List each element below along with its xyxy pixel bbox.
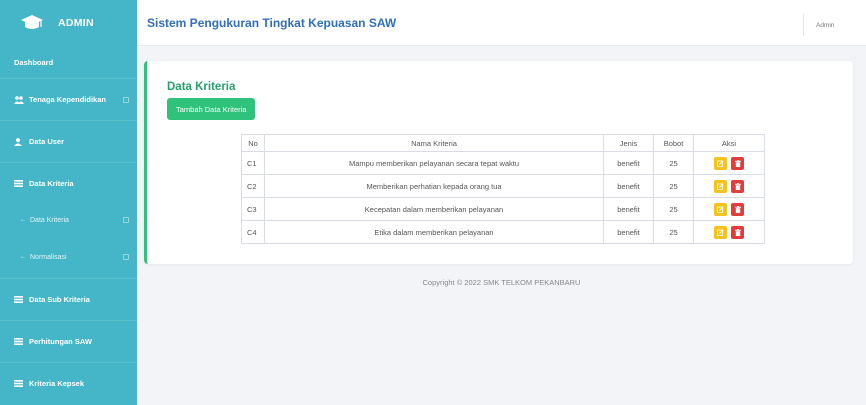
cell-jenis: benefit — [603, 151, 654, 175]
column-header-bobot: Bobot — [653, 134, 694, 152]
sidebar-item-label: Perhitungan SAW — [29, 337, 92, 346]
divider — [803, 14, 804, 36]
trash-icon — [734, 182, 741, 190]
cell-no: C2 — [241, 174, 265, 198]
column-header-jenis: Jenis — [603, 134, 654, 152]
add-kriteria-button[interactable]: Tambah Data Kriteria — [167, 98, 256, 120]
table-row: C2 Memberikan perhatian kepada orang tua… — [241, 174, 765, 198]
list-icon — [14, 296, 26, 303]
sidebar-item-label: Dashboard — [14, 57, 54, 67]
sidebar: ADMIN Dashboard Tenaga Kependidikan Data… — [0, 0, 137, 405]
cell-bobot: 25 — [653, 174, 694, 198]
column-header-aksi: Aksi — [693, 134, 765, 152]
footer-copyright: Copyright © 2022 SMK TELKOM PEKANBARU — [422, 278, 581, 287]
users-icon — [14, 95, 26, 104]
sidebar-item-dashboard[interactable]: Dashboard — [0, 46, 137, 78]
column-header-nama: Nama Kriteria — [264, 134, 604, 152]
edit-icon — [717, 228, 724, 236]
sidebar-item-perhitungan-saw[interactable]: Perhitungan SAW — [0, 320, 137, 362]
sidebar-item-data-sub-kriteria[interactable]: Data Sub Kriteria — [0, 278, 137, 320]
trash-icon — [734, 159, 741, 167]
cell-aksi — [693, 220, 765, 244]
kriteria-card: Data Kriteria Tambah Data Kriteria No Na… — [144, 61, 853, 264]
cell-nama: Mampu memberikan pelayanan secara tepat … — [264, 151, 604, 175]
table-row: C4 Etika dalam memberikan pelayanan bene… — [241, 220, 765, 244]
column-header-no: No — [241, 134, 265, 152]
user-icon — [14, 137, 26, 146]
edit-button[interactable] — [713, 156, 727, 170]
sidebar-item-kriteria-kepsek[interactable]: Kriteria Kepsek — [0, 362, 137, 404]
edit-button[interactable] — [713, 179, 727, 193]
cell-jenis: benefit — [603, 174, 654, 198]
brand-title: ADMIN — [58, 17, 94, 29]
delete-button[interactable] — [731, 156, 745, 170]
cell-aksi — [693, 174, 765, 198]
user-menu[interactable]: Admin — [816, 22, 834, 29]
sidebar-subitem-normalisasi[interactable]: ← Normalisasi — [0, 236, 137, 278]
sidebar-item-data-user[interactable]: Data User — [0, 120, 137, 162]
sidebar-item-tenaga-kependidikan[interactable]: Tenaga Kependidikan — [0, 78, 137, 120]
cell-no: C1 — [241, 151, 265, 175]
arrow-icon: ← — [20, 254, 26, 260]
cell-bobot: 25 — [653, 220, 694, 244]
arrow-icon: ← — [20, 217, 26, 223]
brand[interactable]: ADMIN — [0, 0, 137, 46]
sidebar-item-label: Data User — [29, 137, 65, 146]
sidebar-item-label: Data Kriteria — [30, 216, 69, 224]
cell-bobot: 25 — [653, 151, 694, 175]
sidebar-item-label: Data Kriteria — [29, 179, 74, 188]
cell-jenis: benefit — [603, 197, 654, 221]
delete-button[interactable] — [731, 179, 745, 193]
sidebar-item-data-kriteria[interactable]: Data Kriteria — [0, 162, 137, 204]
topbar: Sistem Pengukuran Tingkat Kepuasan SAW A… — [137, 0, 866, 46]
table-header-row: No Nama Kriteria Jenis Bobot Aksi — [241, 134, 765, 152]
chevron-icon — [123, 217, 129, 223]
edit-button[interactable] — [713, 202, 727, 216]
cell-no: C3 — [241, 197, 265, 221]
cell-nama: Etika dalam memberikan pelayanan — [264, 220, 604, 244]
cell-no: C4 — [241, 220, 265, 244]
sidebar-subitem-data-kriteria[interactable]: ← Data Kriteria — [0, 204, 137, 236]
cell-nama: Kecepatan dalam memberikan pelayanan — [264, 197, 604, 221]
edit-icon — [717, 205, 724, 213]
list-icon — [14, 380, 26, 387]
page-title: Data Kriteria — [167, 81, 236, 93]
sidebar-item-label: Data Sub Kriteria — [29, 295, 90, 304]
delete-button[interactable] — [731, 202, 745, 216]
list-icon — [14, 180, 26, 187]
chevron-icon — [123, 254, 129, 260]
sidebar-item-label: Kriteria Kepsek — [29, 379, 85, 388]
table-row: C1 Mampu memberikan pelayanan secara tep… — [241, 151, 765, 175]
edit-icon — [717, 182, 724, 190]
kriteria-table: No Nama Kriteria Jenis Bobot Aksi C1 Mam… — [241, 134, 765, 244]
list-icon — [14, 338, 26, 345]
cell-jenis: benefit — [603, 220, 654, 244]
sidebar-item-label: Tenaga Kependidikan — [29, 95, 106, 104]
cell-aksi — [693, 197, 765, 221]
app-title: Sistem Pengukuran Tingkat Kepuasan SAW — [147, 16, 397, 30]
cell-bobot: 25 — [653, 197, 694, 221]
delete-button[interactable] — [731, 225, 745, 239]
edit-icon — [717, 159, 724, 167]
table-row: C3 Kecepatan dalam memberikan pelayanan … — [241, 197, 765, 221]
trash-icon — [734, 228, 741, 236]
graduation-cap-icon — [21, 15, 43, 29]
edit-button[interactable] — [713, 225, 727, 239]
chevron-icon — [123, 96, 129, 103]
sidebar-item-label: Normalisasi — [30, 253, 67, 261]
trash-icon — [734, 205, 741, 213]
cell-nama: Memberikan perhatian kepada orang tua — [264, 174, 604, 198]
cell-aksi — [693, 151, 765, 175]
